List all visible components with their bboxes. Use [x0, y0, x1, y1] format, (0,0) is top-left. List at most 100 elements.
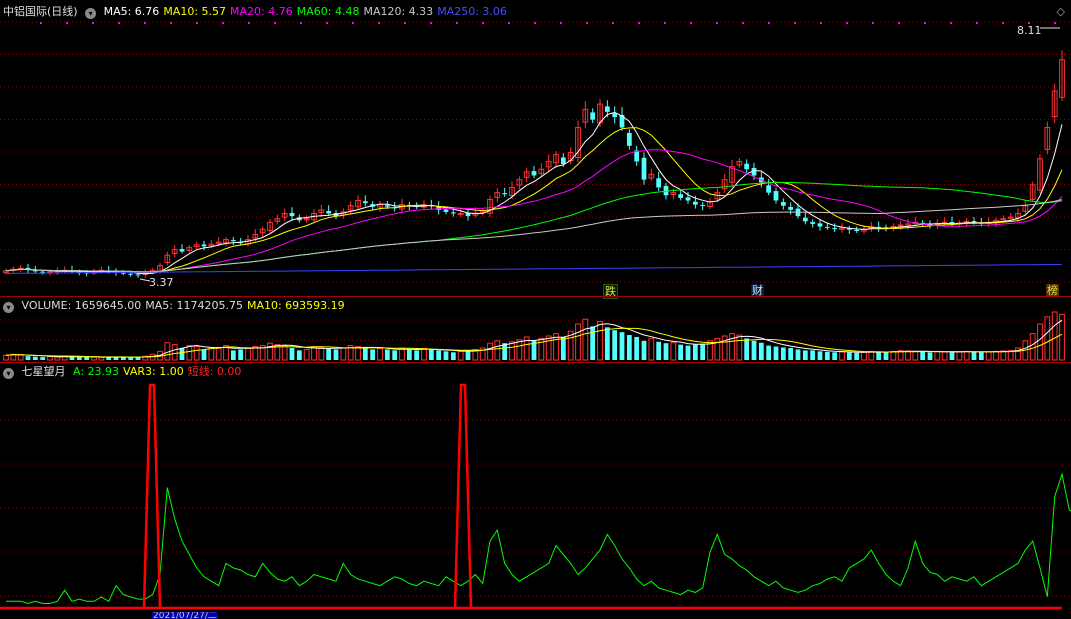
- volume-bar-down: [326, 348, 332, 360]
- candle-down: [854, 229, 860, 231]
- signal-dot: [716, 22, 718, 24]
- volume-bar-down: [920, 351, 926, 360]
- volume-legend-item-1: MA5: 1174205.75: [145, 299, 243, 312]
- volume-bar-up: [487, 342, 493, 361]
- volume-menu-icon[interactable]: ▾: [3, 302, 14, 313]
- signal-dot: [248, 22, 250, 24]
- panel-separator-1[interactable]: [0, 296, 1071, 297]
- collapse-icon[interactable]: ▾: [85, 8, 97, 19]
- candle-down: [531, 171, 537, 176]
- volume-bar-up: [17, 354, 24, 361]
- signal-dot: [872, 22, 874, 24]
- ma-legend-item-5: MA250: 3.06: [437, 5, 507, 18]
- signal-dot: [300, 22, 302, 24]
- volume-bar-down: [40, 357, 46, 360]
- panel-separator-2[interactable]: [0, 362, 1071, 363]
- volume-bar-up: [47, 356, 53, 361]
- volume-bar-down: [678, 344, 684, 360]
- volume-bar-down: [201, 349, 207, 360]
- signal-dot: [170, 22, 172, 24]
- candle-down: [802, 217, 808, 222]
- signal-dot: [118, 22, 120, 24]
- signal-dot: [560, 22, 562, 24]
- volume-bar-down: [978, 352, 984, 360]
- volume-bar-down: [949, 352, 955, 360]
- candle-down: [678, 194, 684, 198]
- candle-down: [362, 201, 368, 204]
- signal-dot: [976, 22, 978, 24]
- volume-bar-down: [971, 351, 977, 360]
- volume-bar-down: [604, 327, 610, 360]
- candle-down: [773, 191, 779, 201]
- ma-legend-item-4: MA120: 4.33: [363, 5, 434, 18]
- volume-bar-up: [171, 344, 178, 361]
- volume-bar-down: [32, 356, 38, 360]
- volume-bar-up: [215, 347, 222, 361]
- volume-bar-down: [773, 346, 779, 360]
- volume-bar-up: [516, 339, 523, 361]
- candle-up: [457, 213, 464, 216]
- ma-legend-item-2: MA20: 4.76: [230, 5, 293, 18]
- candle-down: [685, 197, 691, 201]
- signal-dot: [378, 22, 380, 24]
- cursor-date-label: 2021/07/27/二: [152, 612, 218, 619]
- candle-down: [810, 222, 816, 224]
- signal-dot: [898, 22, 900, 24]
- volume-bar-up: [729, 333, 735, 361]
- volume-bar-down: [780, 347, 786, 360]
- signal-dot: [40, 22, 42, 24]
- indicator-panel-header: ▾ 七星望月 A: 23.93 VAR3: 1.00 短线: 0.00: [3, 364, 249, 380]
- candle-down: [780, 202, 786, 206]
- candle-down: [289, 212, 295, 217]
- volume-bar-down: [406, 349, 412, 360]
- volume-bar-down: [590, 326, 596, 360]
- volume-bar-up: [3, 354, 9, 361]
- volume-bar-down: [128, 357, 134, 360]
- volume-bar-up: [54, 356, 61, 361]
- volume-bar-down: [810, 350, 816, 360]
- high-price-label: 8.11: [1017, 24, 1042, 37]
- volume-legend-item-0: VOLUME: 1659645.00: [21, 299, 142, 312]
- signal-dot: [586, 22, 588, 24]
- candle-down: [824, 226, 830, 228]
- volume-bar-down: [854, 352, 860, 360]
- candle-down: [560, 157, 566, 165]
- ma-legend: MA5: 6.76 MA10: 5.57 MA20: 4.76 MA60: 4.48 M…: [104, 5, 511, 18]
- volume-bar-down: [641, 340, 647, 360]
- volume-bar-up: [934, 350, 941, 361]
- signal-dot: [66, 22, 68, 24]
- volume-bar-up: [208, 347, 215, 361]
- signal-dot: [924, 22, 926, 24]
- volume-bar-up: [956, 351, 963, 361]
- volume-bar-down: [436, 350, 442, 360]
- signal-dot: [196, 22, 198, 24]
- indicator-menu-icon[interactable]: ▾: [3, 368, 14, 379]
- volume-bar-down: [832, 352, 838, 360]
- signal-dot: [144, 22, 146, 24]
- candle-down: [626, 133, 632, 146]
- volume-bar-down: [612, 330, 618, 360]
- signal-dot: [508, 22, 510, 24]
- signal-dot: [92, 22, 94, 24]
- volume-bar-down: [626, 335, 632, 360]
- volume-bar-up: [340, 347, 347, 361]
- volume-bar-down: [428, 349, 434, 360]
- stock-title[interactable]: 中铝国际(日线): [3, 5, 78, 18]
- volume-bar-down: [758, 342, 764, 360]
- volume-bar-down: [392, 350, 398, 360]
- volume-bar-down: [450, 352, 456, 360]
- volume-bar-down: [619, 332, 625, 360]
- volume-bar-down: [296, 350, 302, 360]
- volume-bar-down: [751, 340, 757, 360]
- settings-diamond-icon[interactable]: ◇: [1057, 5, 1065, 18]
- candle-down: [641, 157, 647, 180]
- signal-dot: [352, 22, 354, 24]
- volume-bar-up: [267, 342, 273, 361]
- indicator-name[interactable]: 七星望月: [22, 365, 66, 378]
- signal-dot: [742, 22, 744, 24]
- volume-bar-up: [912, 350, 919, 361]
- candle-down: [612, 113, 618, 118]
- volume-bar-up: [318, 347, 325, 361]
- volume-bar-up: [1000, 350, 1007, 361]
- candle-down: [128, 273, 134, 275]
